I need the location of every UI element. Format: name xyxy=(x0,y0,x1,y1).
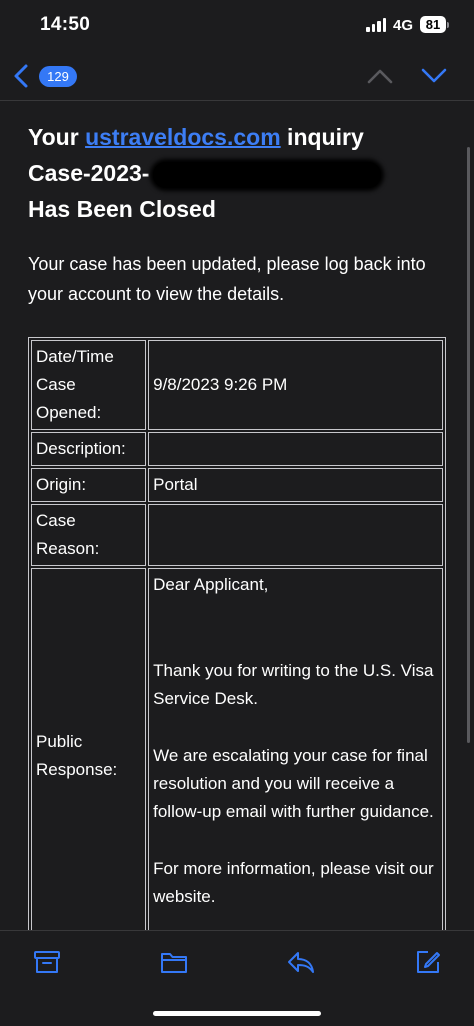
case-details-table: Date/Time Case Opened: 9/8/2023 9:26 PM … xyxy=(28,337,446,930)
public-response: Dear Applicant, Thank you for writing to… xyxy=(148,568,443,930)
subject-prefix: Your xyxy=(28,124,86,150)
home-indicator xyxy=(153,1011,321,1016)
response-paragraph: Dear Applicant, xyxy=(153,575,269,594)
previous-message-icon[interactable] xyxy=(366,64,394,88)
status-bar: 14:50 4G 81 xyxy=(0,0,474,52)
battery-tip xyxy=(447,22,449,28)
unread-count-badge[interactable]: 129 xyxy=(39,66,77,87)
folder-icon[interactable] xyxy=(159,947,189,977)
table-row: Description: xyxy=(31,432,443,466)
table-row: Public Response: Dear Applicant, Thank y… xyxy=(31,568,443,930)
battery-icon: 81 xyxy=(420,16,446,33)
subject-link[interactable]: ustraveldocs.com xyxy=(85,124,281,150)
row-label: Description: xyxy=(31,432,147,466)
table-row: Origin: Portal xyxy=(31,468,443,502)
row-label: Case Reason: xyxy=(31,504,147,566)
table-row: Date/Time Case Opened: 9/8/2023 9:26 PM xyxy=(31,340,443,430)
message-intro: Your case has been updated, please log b… xyxy=(28,254,426,304)
subject-case-number: Case-2023- xyxy=(28,160,150,186)
row-value: 9/8/2023 9:26 PM xyxy=(148,340,443,430)
subject-end: Has Been Closed xyxy=(28,196,216,222)
network-type: 4G xyxy=(393,17,414,34)
next-message-icon[interactable] xyxy=(420,64,448,88)
response-spacer xyxy=(153,628,438,657)
bottom-toolbar xyxy=(0,930,474,1026)
table-row: Case Reason: xyxy=(31,504,443,566)
reply-icon[interactable] xyxy=(286,947,316,977)
row-label: Date/Time Case Opened: xyxy=(31,340,147,430)
response-label: Public Response: xyxy=(31,568,147,930)
signal-icon xyxy=(366,18,388,32)
scroll-indicator[interactable] xyxy=(467,147,470,743)
compose-icon[interactable] xyxy=(413,947,443,977)
row-value xyxy=(148,432,443,466)
row-value xyxy=(148,504,443,566)
row-label: Origin: xyxy=(31,468,147,502)
response-paragraph: We are escalating your case for final re… xyxy=(153,746,434,821)
redaction-mark xyxy=(153,161,382,188)
response-paragraph: Thank you for writing to the U.S. Visa S… xyxy=(153,661,434,708)
message-content[interactable]: Your ustraveldocs.com inquiry Case-2023-… xyxy=(0,101,474,930)
row-value: Portal xyxy=(148,468,443,502)
message-subject: Your ustraveldocs.com inquiry Case-2023-… xyxy=(28,119,448,227)
subject-after-link: inquiry xyxy=(280,124,364,150)
back-chevron-icon[interactable] xyxy=(10,62,34,90)
response-paragraph: For more information, please visit our w… xyxy=(153,859,434,906)
nav-bar: 129 xyxy=(0,52,474,101)
status-time: 14:50 xyxy=(40,14,91,35)
archive-icon[interactable] xyxy=(32,947,62,977)
